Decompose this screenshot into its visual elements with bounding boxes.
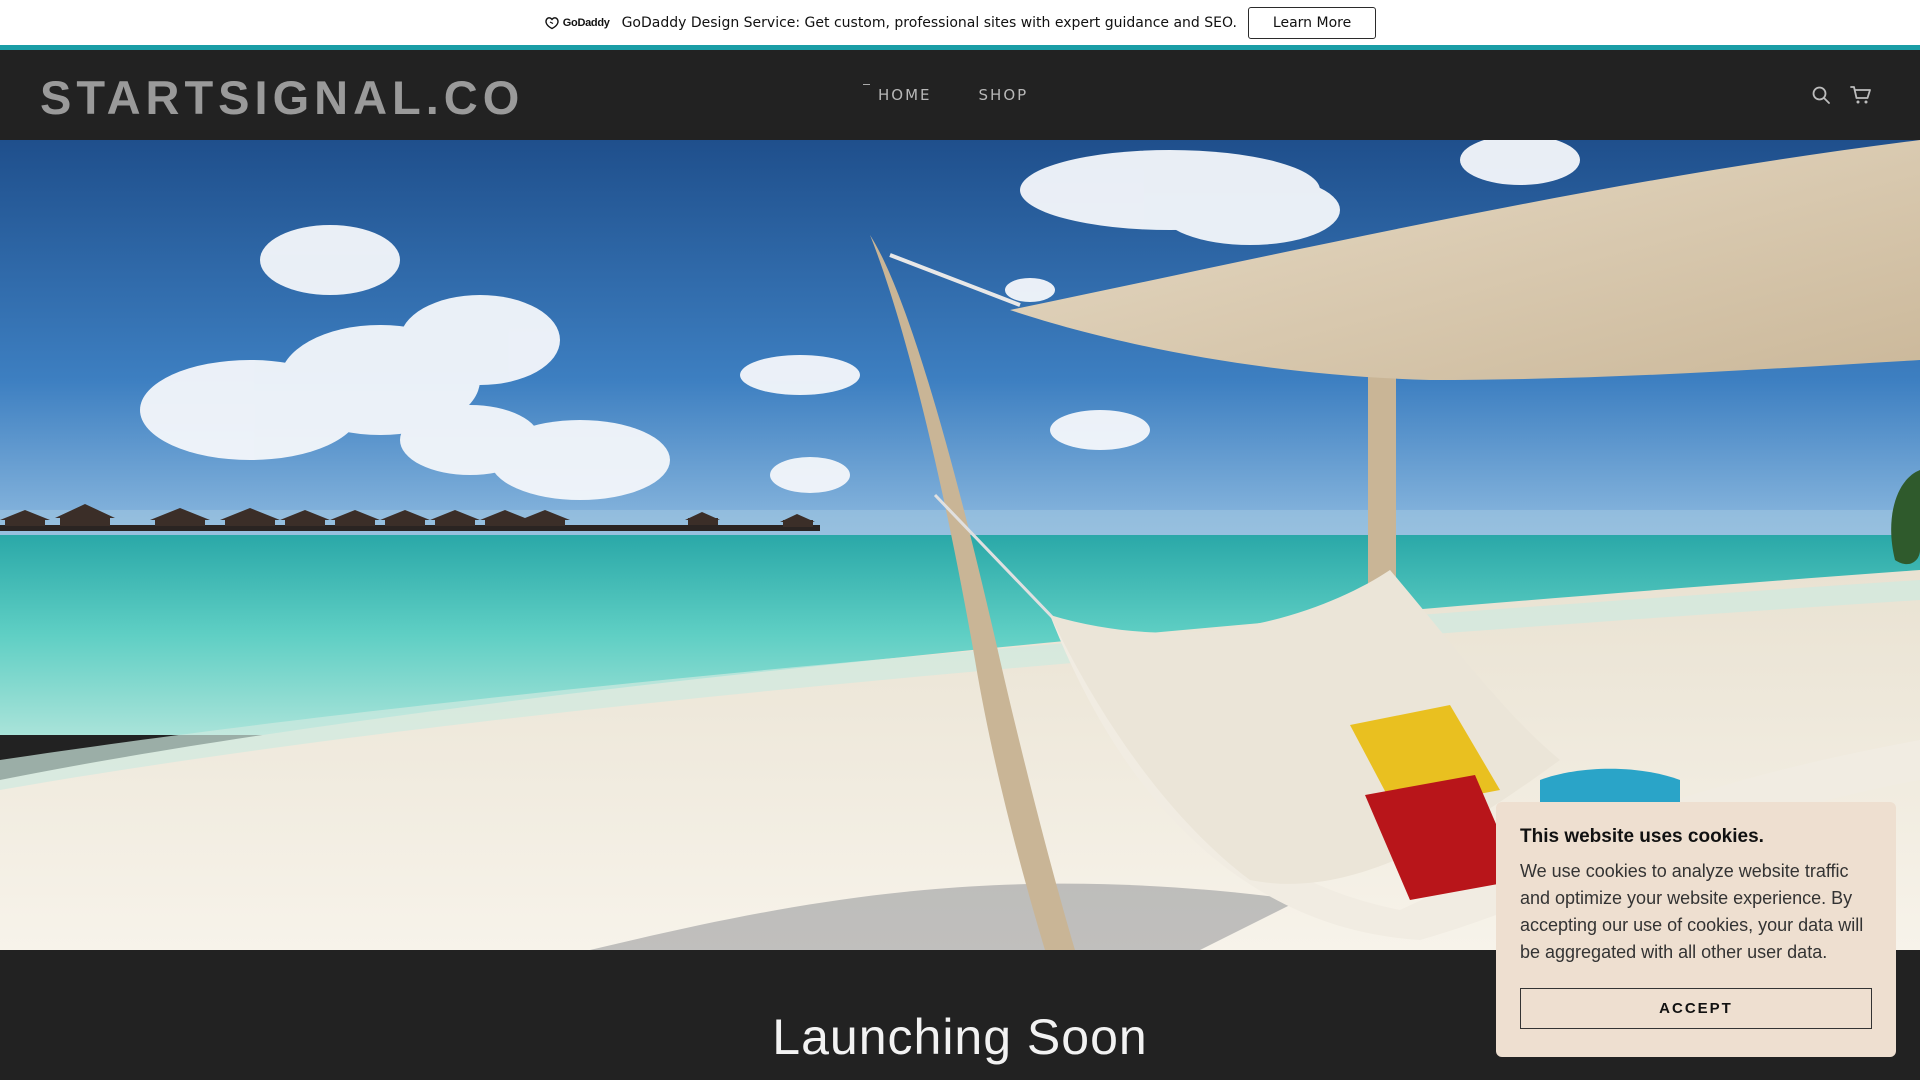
cart-icon[interactable] xyxy=(1850,84,1872,106)
nav-item-shop[interactable]: SHOP xyxy=(979,86,1029,104)
nav-item-home[interactable]: HOME xyxy=(863,84,932,104)
godaddy-logo-text: GoDaddy xyxy=(562,16,610,29)
site-header: STARTSIGNAL.CO HOME SHOP xyxy=(0,50,1920,140)
godaddy-logo-icon xyxy=(545,16,559,29)
cookie-title: This website uses cookies. xyxy=(1520,826,1764,847)
site-brand[interactable]: STARTSIGNAL.CO xyxy=(40,70,524,125)
header-icons xyxy=(1810,50,1872,140)
accept-button[interactable]: ACCEPT xyxy=(1520,988,1872,1029)
promo-bar: GoDaddy GoDaddy Design Service: Get cust… xyxy=(0,0,1920,45)
cookie-banner: This website uses cookies. We use cookie… xyxy=(1496,802,1896,1057)
promo-message: GoDaddy Design Service: Get custom, prof… xyxy=(621,14,1237,31)
cookie-text: We use cookies to analyze website traffi… xyxy=(1520,861,1864,962)
learn-more-button[interactable]: Learn More xyxy=(1247,6,1377,39)
godaddy-logo: GoDaddy xyxy=(544,16,610,30)
search-icon[interactable] xyxy=(1810,84,1832,106)
main-nav: HOME SHOP xyxy=(863,50,1029,140)
